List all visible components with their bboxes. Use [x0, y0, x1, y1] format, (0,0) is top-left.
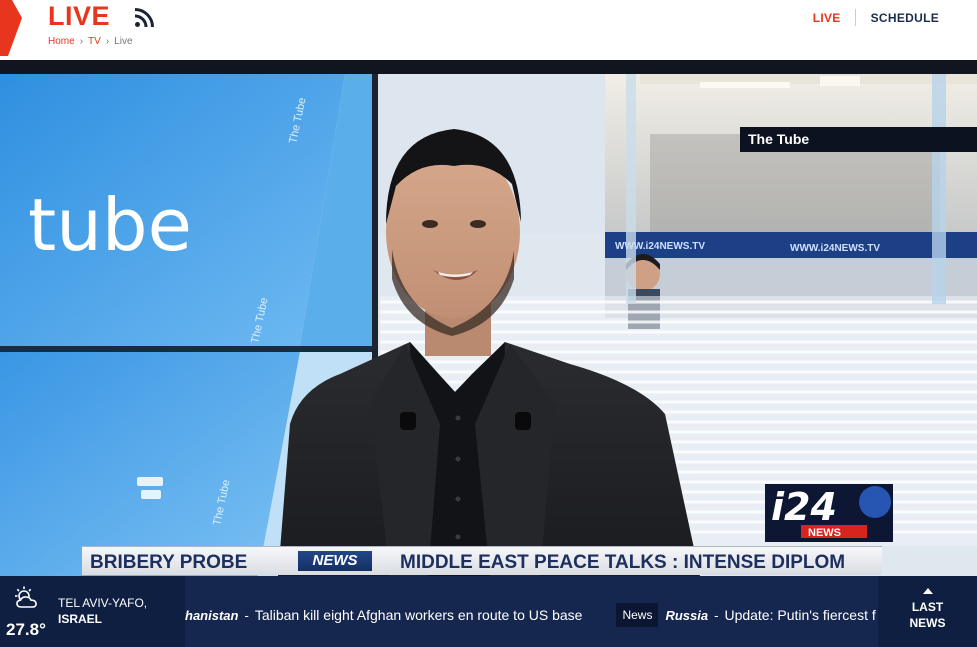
logo-sub-text: NEWS	[808, 527, 841, 539]
lower-third-headline: MIDDLE EAST PEACE TALKS : INTENSE DIPLOM	[400, 552, 846, 573]
logo-main-text: i24	[771, 485, 837, 529]
weather-country: ISRAEL	[58, 612, 103, 626]
last-news-button[interactable]: LAST NEWS	[878, 576, 977, 647]
ticker-item-link[interactable]: Taliban kill eight Afghan workers en rou…	[255, 607, 583, 623]
last-news-label: LAST NEWS	[909, 600, 946, 630]
rss-icon[interactable]	[134, 8, 154, 28]
top-navigation: LIVE SCHEDULE	[813, 9, 939, 26]
ticker-item-link[interactable]: Update: Putin's fiercest f	[724, 607, 875, 623]
nav-schedule-link[interactable]: SCHEDULE	[856, 11, 939, 25]
program-tag: The Tube	[740, 127, 977, 152]
ticker-separator: -	[714, 607, 719, 623]
ticker-track: hanistan - Taliban kill eight Afghan wor…	[185, 603, 876, 627]
studio-banner-text: WWW.i24NEWS.TV	[790, 243, 880, 254]
player-top-bar	[0, 60, 977, 74]
lower-third-story: BRIBERY PROBE	[90, 552, 248, 573]
weather-widget: 27.8° TEL AVIV-YAFO, ISRAEL	[0, 576, 185, 647]
arrow-up-icon	[922, 588, 933, 594]
video-player[interactable]: WWW.i24NEWS.TV WWW.i24NEWS.TV tube The T…	[0, 74, 977, 576]
screen-logo-text: tube	[28, 183, 192, 267]
weather-temperature: 27.8°	[6, 620, 46, 639]
brand-flag-logo	[0, 0, 22, 56]
news-ticker-bar: 27.8° TEL AVIV-YAFO, ISRAEL hanistan - T…	[0, 576, 977, 647]
chevron-right-icon: ›	[79, 36, 84, 47]
site-header: LIVE Home › TV › Live LIVE SCHEDULE	[0, 0, 977, 60]
ticker-category: Russia	[665, 607, 709, 623]
partly-cloudy-icon	[15, 586, 37, 608]
breadcrumb-tv-link[interactable]: TV	[88, 36, 101, 47]
i24news-logo: i24 NEWS	[765, 484, 893, 542]
nav-live-link[interactable]: LIVE	[813, 11, 855, 25]
chevron-right-icon: ›	[105, 36, 110, 47]
breadcrumb-home-link[interactable]: Home	[48, 36, 75, 47]
breadcrumb: Home › TV › Live	[48, 36, 133, 47]
weather-city: TEL AVIV-YAFO,	[58, 596, 148, 610]
ticker-category: hanistan	[185, 607, 239, 623]
breadcrumb-current: Live	[114, 36, 133, 47]
ticker-news-badge: News	[616, 603, 659, 627]
lower-third-news-label: NEWS	[298, 551, 372, 571]
news-ticker: hanistan - Taliban kill eight Afghan wor…	[185, 576, 878, 647]
ticker-separator: -	[244, 607, 249, 623]
page-title: LIVE	[48, 1, 111, 31]
lower-third: BRIBERY PROBE NEWS MIDDLE EAST PEACE TAL…	[82, 546, 882, 575]
